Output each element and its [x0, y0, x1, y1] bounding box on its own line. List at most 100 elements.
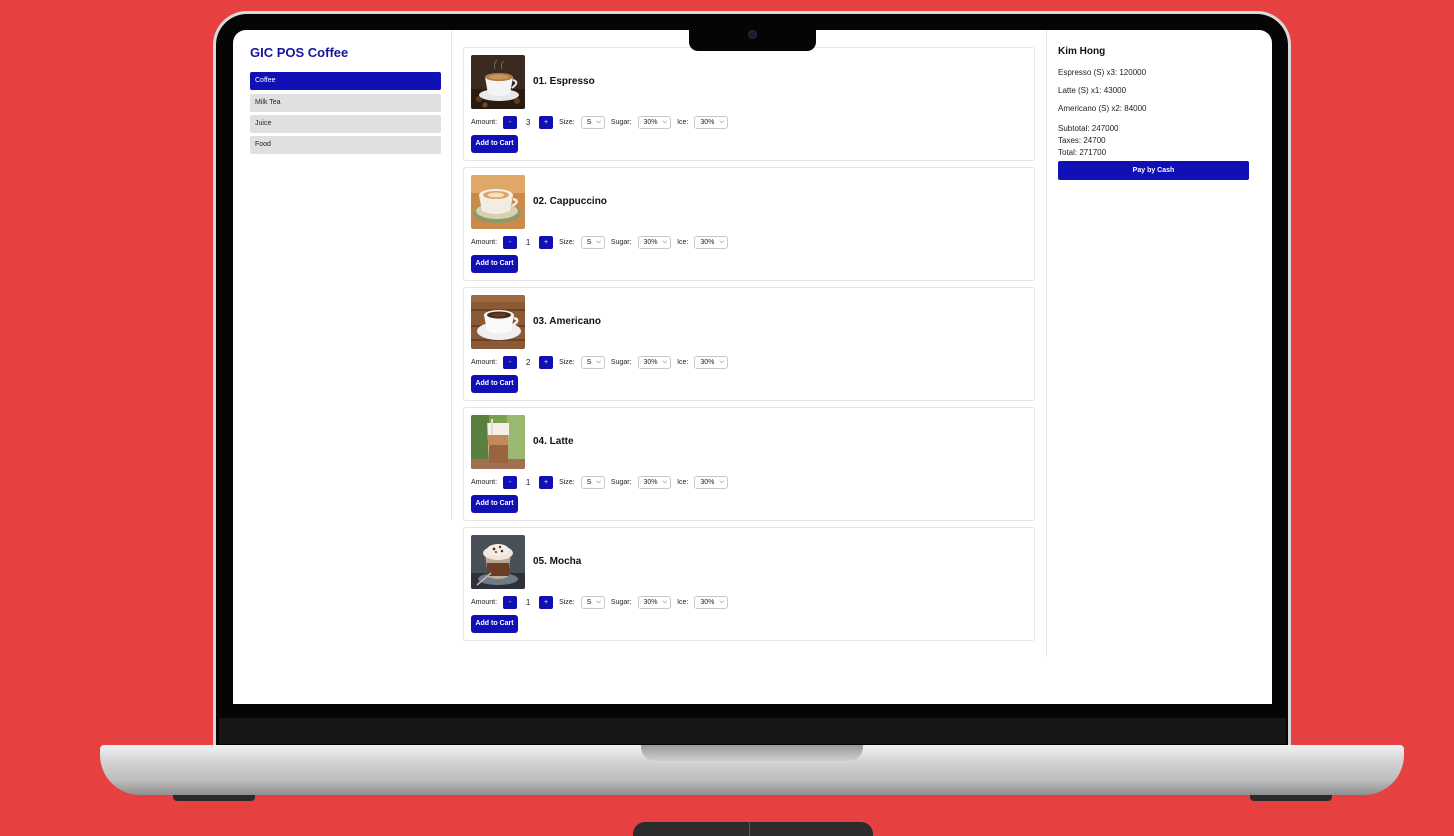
sugar-value: 30%: [643, 358, 658, 366]
product-options: Amount: - 1 + Size: S ⌵ Sugar: 30% ⌵ Ice: …: [471, 594, 734, 610]
decrement-button[interactable]: -: [503, 595, 518, 609]
ice-label: Ice:: [677, 118, 689, 126]
ice-value: 30%: [700, 118, 715, 126]
product-options: Amount: - 1 + Size: S ⌵ Sugar: 30% ⌵ Ice: …: [471, 474, 734, 490]
decrement-button[interactable]: -: [503, 475, 518, 489]
amount-label: Amount:: [471, 238, 498, 246]
cart-panel: Kim Hong Espresso (S) x3: 120000 Latte (…: [1046, 30, 1272, 657]
size-select[interactable]: S ⌵: [580, 355, 605, 369]
ice-label: Ice:: [677, 238, 689, 246]
product-image: [471, 295, 525, 349]
amount-label: Amount:: [471, 118, 498, 126]
product-name: 04. Latte: [533, 436, 574, 447]
ice-select[interactable]: 30% ⌵: [694, 235, 728, 249]
chevron-down-icon: ⌵: [719, 238, 724, 245]
increment-button[interactable]: +: [539, 595, 554, 609]
amount-label: Amount:: [471, 358, 498, 366]
size-label: Size:: [559, 478, 575, 486]
increment-button[interactable]: +: [539, 475, 554, 489]
product-options: Amount: - 1 + Size: S ⌵ Sugar: 30% ⌵ Ice: …: [471, 234, 734, 250]
category-coffee[interactable]: Coffee: [250, 72, 441, 90]
sugar-value: 30%: [643, 598, 658, 606]
chevron-down-icon: ⌵: [719, 118, 724, 125]
laptop-foot-right: [1250, 795, 1332, 801]
ice-select[interactable]: 30% ⌵: [694, 475, 728, 489]
chevron-down-icon: ⌵: [662, 478, 668, 485]
ice-value: 30%: [700, 238, 715, 246]
size-label: Size:: [559, 358, 575, 366]
sidebar: GIC POS Coffee Coffee Milk Tea Juice Foo…: [233, 30, 452, 520]
amount-label: Amount:: [471, 478, 498, 486]
add-to-cart-button[interactable]: Add to Cart: [471, 135, 518, 153]
add-to-cart-button[interactable]: Add to Cart: [471, 375, 518, 393]
chevron-down-icon: ⌵: [719, 598, 724, 605]
decrement-button[interactable]: -: [503, 235, 518, 249]
decrement-button[interactable]: -: [503, 355, 518, 369]
customer-name: Kim Hong: [1058, 46, 1106, 57]
pay-by-cash-button[interactable]: Pay by Cash: [1058, 161, 1249, 180]
sugar-label: Sugar:: [610, 478, 632, 486]
ice-select[interactable]: 30% ⌵: [694, 595, 728, 609]
ice-select[interactable]: 30% ⌵: [694, 115, 728, 129]
add-to-cart-button[interactable]: Add to Cart: [471, 615, 518, 633]
size-select[interactable]: S ⌵: [580, 235, 605, 249]
subtotal: Subtotal: 247000: [1058, 124, 1119, 133]
total: Total: 271700: [1058, 148, 1107, 157]
sugar-select[interactable]: 30% ⌵: [637, 115, 672, 129]
sugar-select[interactable]: 30% ⌵: [637, 235, 672, 249]
sugar-select[interactable]: 30% ⌵: [637, 595, 672, 609]
chevron-down-icon: ⌵: [596, 118, 601, 125]
quantity-value: 1: [525, 237, 531, 247]
amount-label: Amount:: [471, 598, 498, 606]
ice-value: 30%: [700, 358, 715, 366]
product-card: 02. Cappuccino Amount: - 1 + Size: S ⌵ Su…: [463, 167, 1035, 281]
category-milk-tea[interactable]: Milk Tea: [250, 94, 441, 112]
add-to-cart-button[interactable]: Add to Cart: [471, 255, 518, 273]
size-value: S: [586, 478, 592, 486]
product-options: Amount: - 3 + Size: S ⌵ Sugar: 30% ⌵ Ice: …: [471, 114, 734, 130]
product-name: 02. Cappuccino: [533, 196, 607, 207]
size-select[interactable]: S ⌵: [580, 115, 605, 129]
app-title: GIC POS Coffee: [250, 45, 349, 60]
laptop-chin: [219, 718, 1286, 744]
cart-item: Latte (S) x1: 43000: [1058, 86, 1127, 95]
sugar-select[interactable]: 30% ⌵: [637, 475, 672, 489]
ice-label: Ice:: [677, 598, 689, 606]
category-food[interactable]: Food: [250, 136, 441, 154]
add-to-cart-button[interactable]: Add to Cart: [471, 495, 518, 513]
increment-button[interactable]: +: [539, 115, 554, 129]
product-options: Amount: - 2 + Size: S ⌵ Sugar: 30% ⌵ Ice: …: [471, 354, 734, 370]
sugar-select[interactable]: 30% ⌵: [637, 355, 672, 369]
product-card: 03. Americano Amount: - 2 + Size: S ⌵ Sug…: [463, 287, 1035, 401]
ice-value: 30%: [700, 478, 715, 486]
product-image: [471, 415, 525, 469]
increment-button[interactable]: +: [539, 235, 554, 249]
laptop-base: [100, 745, 1404, 795]
sugar-label: Sugar:: [610, 118, 632, 126]
size-select[interactable]: S ⌵: [580, 475, 605, 489]
quantity-value: 1: [525, 477, 531, 487]
product-card: 04. Latte Amount: - 1 + Size: S ⌵ Sugar: …: [463, 407, 1035, 521]
category-juice[interactable]: Juice: [250, 115, 441, 133]
laptop-foot-left: [173, 795, 255, 801]
chevron-down-icon: ⌵: [596, 238, 601, 245]
increment-button[interactable]: +: [539, 355, 554, 369]
product-image: [471, 535, 525, 589]
size-value: S: [586, 118, 592, 126]
chevron-down-icon: ⌵: [662, 598, 668, 605]
chevron-down-icon: ⌵: [719, 358, 724, 365]
chevron-down-icon: ⌵: [596, 598, 601, 605]
chevron-down-icon: ⌵: [662, 118, 668, 125]
product-name: 05. Mocha: [533, 556, 582, 567]
size-label: Size:: [559, 238, 575, 246]
ice-value: 30%: [700, 598, 715, 606]
sugar-label: Sugar:: [610, 598, 632, 606]
size-select[interactable]: S ⌵: [580, 595, 605, 609]
sugar-value: 30%: [643, 238, 658, 246]
size-value: S: [586, 238, 592, 246]
ice-label: Ice:: [677, 358, 689, 366]
decrement-button[interactable]: -: [503, 115, 518, 129]
product-image: [471, 55, 525, 109]
quantity-value: 3: [525, 117, 531, 127]
ice-select[interactable]: 30% ⌵: [694, 355, 728, 369]
